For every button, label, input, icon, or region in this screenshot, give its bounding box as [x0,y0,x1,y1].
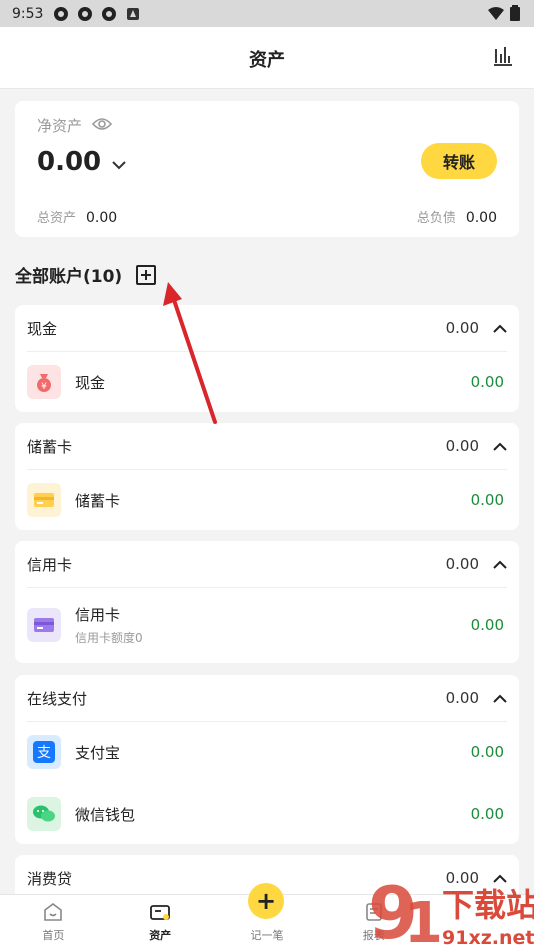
add-record-button[interactable]: + [248,883,284,919]
account-amount: 0.00 [470,616,504,634]
account-row[interactable]: 支 支付宝 0.00 [15,722,519,782]
total-liabilities-value: 0.00 [465,210,497,226]
battery-icon [510,5,520,25]
home-icon [44,903,63,921]
total-assets: 总资产 0.00 [37,207,117,226]
account-name: 微信钱包 [75,805,136,824]
chevron-up-icon [493,557,507,571]
net-assets-card: 净资产 0.00 转账 总资产 0.00 总负债 0.00 [15,101,519,237]
group-header[interactable]: 在线支付 0.00 [15,675,519,721]
page-title: 资产 [249,50,285,71]
site-watermark-logo: 9 1 下载站 91xz.net [368,871,534,950]
notification-icon [101,6,117,22]
wallet-icon [150,905,171,920]
status-bar: 9:53 [0,0,534,27]
total-assets-value: 0.00 [86,210,118,226]
account-amount: 0.00 [470,491,504,509]
notification-icon [77,6,93,22]
wechat-icon [27,797,61,831]
nav-assets[interactable]: 资产 [107,895,214,950]
notification-icon [53,6,69,22]
account-row[interactable]: ¥ 现金 0.00 [15,352,519,412]
accounts-section-title: 全部账户(10) [15,262,157,287]
statistics-icon[interactable] [492,45,516,69]
group-amount: 0.00 [445,319,479,337]
account-group-debit: 储蓄卡 0.00 储蓄卡 0.00 [15,423,519,530]
account-name: 储蓄卡 [75,491,121,510]
account-amount: 0.00 [470,805,504,823]
net-assets-label: 净资产 [37,117,83,135]
net-assets-value-row[interactable]: 0.00 [37,147,127,177]
transfer-button[interactable]: 转账 [421,143,497,179]
group-name: 储蓄卡 [27,437,73,456]
total-liabilities: 总负债 0.00 [417,207,497,226]
wifi-icon [488,6,504,25]
total-liabilities-label: 总负债 [416,211,456,226]
account-name: 支付宝 [75,743,121,762]
eye-icon[interactable] [91,117,113,135]
group-header[interactable]: 储蓄卡 0.00 [15,423,519,469]
debit-card-icon [27,483,61,517]
account-group-credit: 信用卡 0.00 信用卡 信用卡额度0 0.00 [15,541,519,663]
alipay-icon: 支 [27,735,61,769]
group-amount: 0.00 [445,555,479,573]
nav-assets-label: 资产 [149,929,172,942]
app-header: 资产 [0,27,534,89]
svg-text:下载站: 下载站 [442,886,534,924]
group-amount: 0.00 [445,689,479,707]
svg-text:91xz.net: 91xz.net [442,927,534,949]
nav-home-label: 首页 [42,929,65,942]
add-account-icon[interactable] [136,264,157,285]
money-bag-icon: ¥ [27,365,61,399]
net-assets-value: 0.00 [37,147,102,177]
svg-text:¥: ¥ [41,382,47,392]
group-name: 信用卡 [27,555,73,574]
divider [27,587,507,588]
status-time: 9:53 [12,5,44,22]
account-row[interactable]: 信用卡 信用卡额度0 0.00 [15,595,519,655]
account-name: 信用卡 [75,606,121,624]
account-group-online: 在线支付 0.00 支 支付宝 0.00 微信钱包 0.00 [15,675,519,844]
chevron-up-icon [493,321,507,335]
account-row[interactable]: 储蓄卡 0.00 [15,470,519,530]
svg-text:支: 支 [37,745,51,761]
chevron-down-icon [111,147,127,177]
svg-text:1: 1 [404,891,443,950]
app-notification-icon [125,6,141,22]
account-group-cash: 现金 0.00 ¥ 现金 0.00 [15,305,519,412]
accounts-title: 全部账户(10) [15,267,123,287]
net-assets-label-row: 净资产 [37,115,113,136]
total-assets-label: 总资产 [37,211,77,226]
account-name: 现金 [75,373,106,392]
nav-home[interactable]: 首页 [0,895,107,950]
account-subtitle: 信用卡额度0 [75,631,143,645]
account-amount: 0.00 [470,743,504,761]
nav-record-label: 记一笔 [250,929,284,942]
account-amount: 0.00 [470,373,504,391]
chevron-up-icon [493,691,507,705]
group-name: 现金 [27,319,58,338]
group-amount: 0.00 [445,437,479,455]
group-header[interactable]: 信用卡 0.00 [15,541,519,587]
account-row[interactable]: 微信钱包 0.00 [15,784,519,844]
group-name: 在线支付 [27,689,88,708]
chevron-up-icon [493,439,507,453]
credit-card-icon [27,608,61,642]
group-header[interactable]: 现金 0.00 [15,305,519,351]
